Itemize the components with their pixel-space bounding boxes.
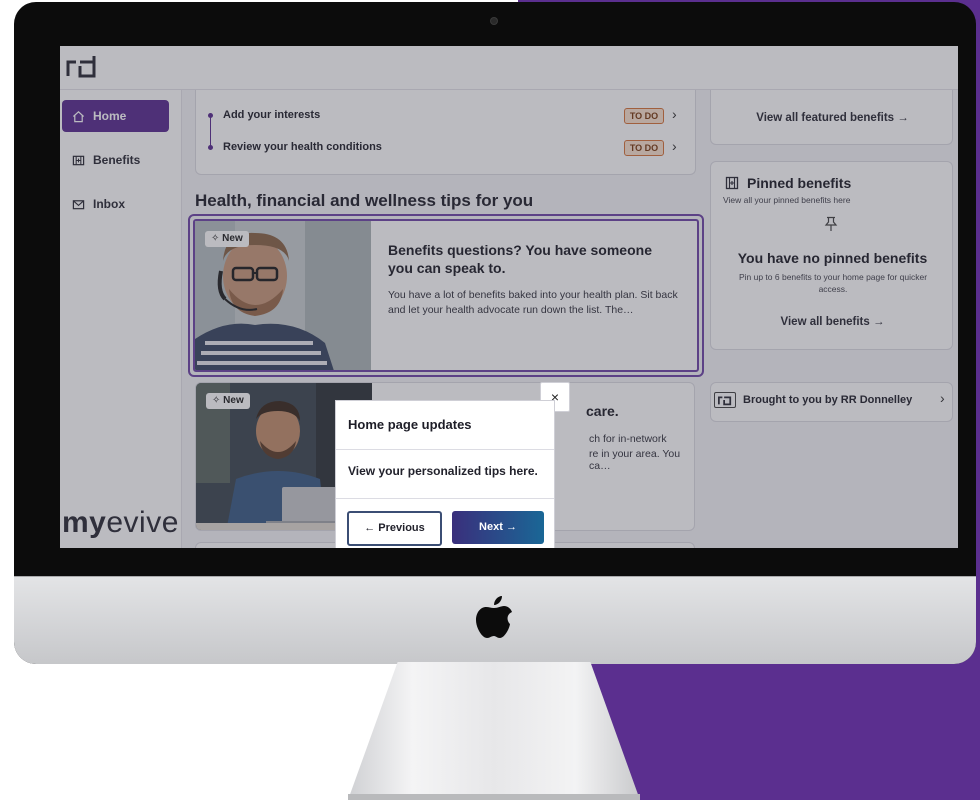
imac-stand-base <box>348 794 640 800</box>
divider <box>336 498 554 499</box>
previous-button[interactable]: ← Previous <box>347 511 442 546</box>
next-button[interactable]: Next → <box>452 511 544 544</box>
popover-text: View your personalized tips here. <box>348 464 538 478</box>
screen: Home Benefits Inbox myevive Add your int… <box>60 46 958 548</box>
divider <box>336 449 554 450</box>
apple-logo-icon <box>476 596 512 638</box>
imac-display: Home Benefits Inbox myevive Add your int… <box>14 2 976 664</box>
camera-icon <box>491 18 497 24</box>
popover-title: Home page updates <box>348 417 472 432</box>
tour-popover: Home page updates View your personalized… <box>335 400 555 548</box>
imac-stand <box>348 662 640 800</box>
